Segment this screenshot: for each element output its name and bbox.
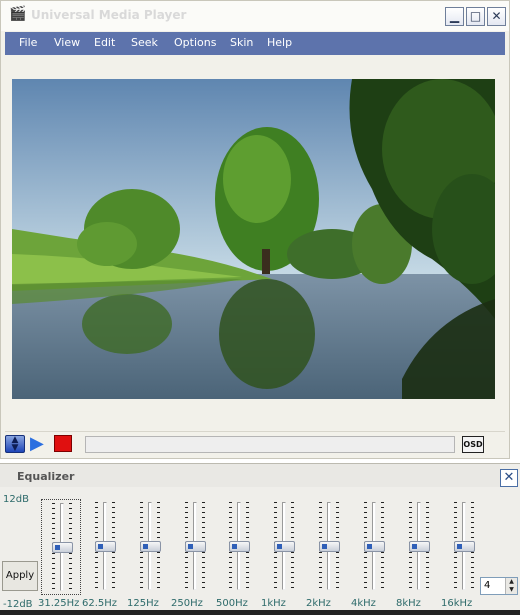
video-display[interactable]: [12, 79, 495, 399]
equalizer-close-button[interactable]: ✕: [500, 469, 518, 487]
eq-slider[interactable]: [444, 499, 484, 595]
menu-seek[interactable]: Seek: [131, 36, 158, 49]
slider-thumb[interactable]: [364, 540, 385, 552]
player-window: 🎬 Universal Media Player ▁ □ ✕ File View…: [0, 0, 510, 459]
window-title: Universal Media Player: [31, 8, 187, 22]
band-label: 250Hz: [171, 598, 203, 609]
equalizer-header[interactable]: Equalizer: [0, 464, 500, 487]
eq-slider[interactable]: [219, 499, 259, 595]
menu-bar: File View Edit Seek Options Skin Help: [5, 32, 505, 55]
equalizer-title: Equalizer: [17, 470, 75, 483]
menu-skin[interactable]: Skin: [230, 36, 253, 49]
band-label: 8kHz: [396, 598, 421, 609]
slider-thumb[interactable]: [185, 540, 206, 552]
menu-help[interactable]: Help: [267, 36, 292, 49]
slider-thumb[interactable]: [229, 540, 250, 552]
up-down-arrow-icon: ▲ ▼: [11, 435, 19, 453]
close-button[interactable]: ✕: [487, 7, 506, 26]
controls-separator: [5, 431, 505, 432]
band-label: 16kHz: [441, 598, 473, 609]
band-label: 31.25Hz: [38, 598, 80, 609]
preset-spinbox[interactable]: 4 ▲ ▼: [480, 577, 518, 595]
title-bar[interactable]: 🎬 Universal Media Player ▁ □ ✕: [1, 1, 509, 31]
spin-arrows-icon[interactable]: ▲ ▼: [505, 578, 517, 594]
play-icon: ▶: [30, 433, 44, 454]
band-label: 4kHz: [351, 598, 376, 609]
band-label: 500Hz: [216, 598, 248, 609]
close-icon: ✕: [503, 470, 515, 485]
video-frame-landscape: [12, 79, 495, 399]
eq-slider[interactable]: [309, 499, 349, 595]
menu-view[interactable]: View: [54, 36, 80, 49]
slider-thumb[interactable]: [52, 541, 73, 553]
eq-slider[interactable]: [354, 499, 394, 595]
maximize-button[interactable]: □: [466, 7, 485, 26]
band-label: 2kHz: [306, 598, 331, 609]
eq-slider[interactable]: [399, 499, 439, 595]
slider-thumb[interactable]: [274, 540, 295, 552]
spinbox-value: 4: [484, 580, 491, 591]
db-max-label: 12dB: [3, 494, 29, 505]
band-label: 1kHz: [261, 598, 286, 609]
close-icon: ✕: [491, 9, 502, 23]
play-button[interactable]: ▶: [30, 435, 50, 453]
eq-slider[interactable]: [85, 499, 125, 595]
slider-thumb[interactable]: [95, 540, 116, 552]
menu-options[interactable]: Options: [174, 36, 216, 49]
minimize-button[interactable]: ▁: [445, 7, 464, 26]
eq-slider[interactable]: [41, 499, 81, 595]
equalizer-window: Equalizer ✕ 12dB Apply -12dB 31.25Hz 62.5…: [0, 463, 520, 615]
stop-button[interactable]: [54, 435, 72, 452]
slider-thumb[interactable]: [409, 540, 430, 552]
slider-thumb[interactable]: [454, 540, 475, 552]
db-min-label: -12dB: [3, 599, 33, 610]
band-label: 62.5Hz: [82, 598, 118, 609]
slider-thumb[interactable]: [319, 540, 340, 552]
osd-button[interactable]: OSD: [462, 436, 484, 453]
eq-slider[interactable]: [264, 499, 304, 595]
band-label: 125Hz: [127, 598, 159, 609]
toggle-panel-button[interactable]: ▲ ▼: [5, 435, 25, 453]
seek-bar[interactable]: [85, 436, 455, 453]
menu-file[interactable]: File: [19, 36, 37, 49]
maximize-icon: □: [469, 9, 482, 23]
menu-edit[interactable]: Edit: [94, 36, 115, 49]
minimize-icon: ▁: [449, 9, 460, 23]
media-player-icon: 🎬: [9, 6, 27, 22]
apply-button[interactable]: Apply: [2, 561, 38, 591]
slider-thumb[interactable]: [140, 540, 161, 552]
eq-slider[interactable]: [175, 499, 215, 595]
eq-slider[interactable]: [130, 499, 170, 595]
bottom-edge: [0, 610, 520, 615]
